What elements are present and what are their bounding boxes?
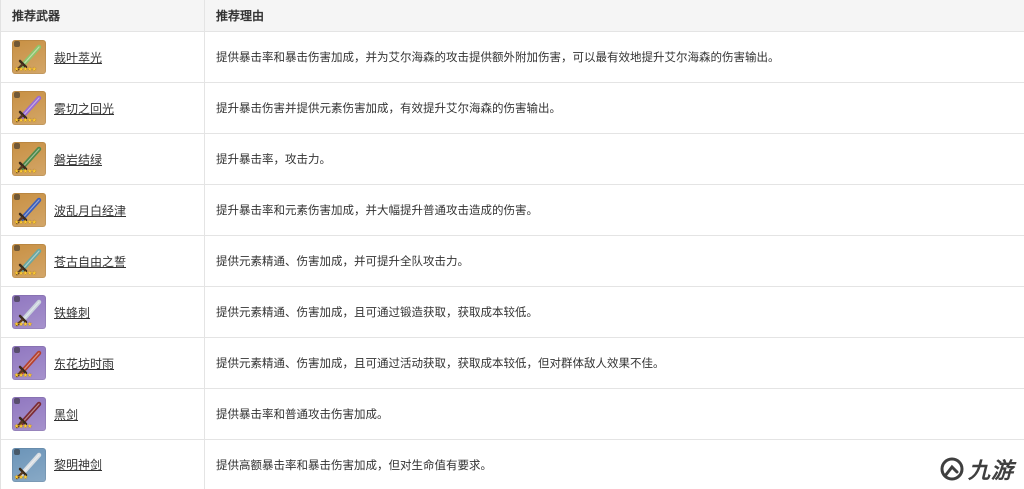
refinement-badge [14, 245, 20, 251]
weapon-icon[interactable]: ★★★★★ [12, 91, 46, 125]
weapon-icon[interactable]: ★★★★ [12, 346, 46, 380]
refinement-badge [14, 41, 20, 47]
refinement-badge [14, 194, 20, 200]
reason-cell: 提升暴击伤害并提供元素伤害加成，有效提升艾尔海森的伤害输出。 [216, 101, 561, 115]
table-header: 推荐武器 推荐理由 [1, 0, 1024, 32]
weapon-recommendation-table: 推荐武器 推荐理由 ★★★★★ 裁叶萃光 提供暴击率和暴击伤害加成，并为艾尔海森的攻… [0, 0, 1024, 489]
weapon-icon[interactable]: ★★★★★ [12, 193, 46, 227]
rarity-stars: ★★★ [14, 473, 28, 481]
reason-cell: 提升暴击率和元素伤害加成，并大幅提升普通攻击造成的伤害。 [216, 203, 538, 217]
jiuyou-logo-icon [940, 457, 964, 481]
table-row: ★★★★★ 裁叶萃光 提供暴击率和暴击伤害加成，并为艾尔海森的攻击提供额外附加伤害，… [1, 32, 1024, 83]
reason-cell: 提供暴击率和暴击伤害加成，并为艾尔海森的攻击提供额外附加伤害，可以最有效地提升艾… [216, 50, 780, 64]
rarity-stars: ★★★★★ [14, 219, 37, 226]
weapon-cell: ★★★★★ 苍古自由之誓 [1, 236, 205, 286]
table-row: ★★★★★ 苍古自由之誓 提供元素精通、伤害加成，并可提升全队攻击力。 [1, 236, 1024, 287]
weapon-name-link[interactable]: 裁叶萃光 [54, 49, 102, 66]
weapon-icon[interactable]: ★★★ [12, 447, 46, 482]
weapon-icon[interactable]: ★★★★ [12, 397, 46, 431]
refinement-badge [14, 347, 20, 353]
table-row: ★★★★ 黑剑 提供暴击率和普通攻击伤害加成。 [1, 389, 1024, 440]
weapon-cell: ★★★★ 东花坊时雨 [1, 338, 205, 388]
weapon-cell: ★★★★★ 磐岩结绿 [1, 134, 205, 184]
reason-cell: 提供元素精通、伤害加成，且可通过活动获取，获取成本较低，但对群体敌人效果不佳。 [216, 356, 665, 370]
weapon-icon[interactable]: ★★★★★ [12, 244, 46, 278]
refinement-badge [14, 296, 20, 302]
reason-cell: 提供暴击率和普通攻击伤害加成。 [216, 407, 389, 421]
weapon-cell: ★★★★★ 波乱月白经津 [1, 185, 205, 235]
reason-cell: 提供元素精通、伤害加成，且可通过锻造获取，获取成本较低。 [216, 305, 538, 319]
table-row: ★★★★★ 磐岩结绿 提升暴击率，攻击力。 [1, 134, 1024, 185]
reason-cell: 提供高额暴击率和暴击伤害加成，但对生命值有要求。 [216, 457, 492, 472]
weapon-cell: ★★★ 黎明神剑 [1, 440, 205, 489]
weapon-cell: ★★★★ 黑剑 [1, 389, 205, 439]
table-row: ★★★★ 东花坊时雨 提供元素精通、伤害加成，且可通过活动获取，获取成本较低，但对群… [1, 338, 1024, 389]
watermark-text: 九游 [967, 459, 1014, 484]
rarity-stars: ★★★★ [14, 372, 32, 379]
weapon-name-link[interactable]: 雾切之回光 [54, 100, 114, 117]
table-row: ★★★★★ 雾切之回光 提升暴击伤害并提供元素伤害加成，有效提升艾尔海森的伤害输出。 [1, 83, 1024, 134]
header-weapon: 推荐武器 [1, 0, 205, 31]
refinement-badge [14, 448, 20, 455]
header-reason: 推荐理由 [216, 9, 265, 23]
refinement-badge [14, 398, 20, 404]
weapon-name-link[interactable]: 苍古自由之誓 [54, 253, 126, 270]
weapon-name-link[interactable]: 波乱月白经津 [54, 202, 126, 219]
weapon-name-link[interactable]: 黑剑 [54, 406, 78, 423]
rarity-stars: ★★★★ [14, 321, 32, 328]
table-row: ★★★★ 铁蜂刺 提供元素精通、伤害加成，且可通过锻造获取，获取成本较低。 [1, 287, 1024, 338]
rarity-stars: ★★★★★ [14, 270, 37, 277]
weapon-icon[interactable]: ★★★★★ [12, 142, 46, 176]
watermark: 九游 [934, 451, 1018, 487]
rarity-stars: ★★★★★ [14, 168, 37, 175]
rarity-stars: ★★★★★ [14, 66, 37, 73]
weapon-icon[interactable]: ★★★★★ [12, 40, 46, 74]
weapon-cell: ★★★★★ 雾切之回光 [1, 83, 205, 133]
weapon-name-link[interactable]: 黎明神剑 [54, 456, 102, 473]
weapon-name-link[interactable]: 铁蜂刺 [54, 304, 90, 321]
reason-cell: 提供元素精通、伤害加成，并可提升全队攻击力。 [216, 254, 469, 268]
table-row: ★★★★★ 波乱月白经津 提升暴击率和元素伤害加成，并大幅提升普通攻击造成的伤害。 [1, 185, 1024, 236]
table-body: ★★★★★ 裁叶萃光 提供暴击率和暴击伤害加成，并为艾尔海森的攻击提供额外附加伤害，… [1, 32, 1024, 489]
weapon-icon[interactable]: ★★★★ [12, 295, 46, 329]
weapon-name-link[interactable]: 磐岩结绿 [54, 151, 102, 168]
rarity-stars: ★★★★★ [14, 117, 37, 124]
weapon-name-link[interactable]: 东花坊时雨 [54, 355, 114, 372]
weapon-cell: ★★★★ 铁蜂刺 [1, 287, 205, 337]
refinement-badge [14, 92, 20, 98]
reason-cell: 提升暴击率，攻击力。 [216, 152, 331, 166]
weapon-cell: ★★★★★ 裁叶萃光 [1, 32, 205, 82]
refinement-badge [14, 143, 20, 149]
rarity-stars: ★★★★ [14, 423, 32, 430]
table-row: ★★★ 黎明神剑 提供高额暴击率和暴击伤害加成，但对生命值有要求。 [1, 440, 1024, 489]
